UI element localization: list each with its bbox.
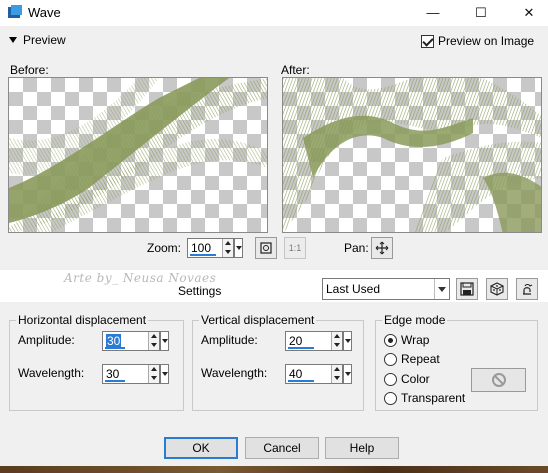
h-wavelength-spinner[interactable]: 30 xyxy=(102,364,169,384)
zoom-fit-button[interactable] xyxy=(255,237,277,259)
pan-label: Pan: xyxy=(344,241,369,255)
reset-button[interactable] xyxy=(516,278,538,300)
edge-mode-color-option[interactable]: Color xyxy=(384,372,430,386)
spin-arrows-icon[interactable] xyxy=(148,332,159,350)
watermark-text: Arte by_ Neusa Novaes xyxy=(64,271,217,285)
spin-arrows-icon[interactable] xyxy=(148,365,159,383)
value-underline xyxy=(190,254,216,256)
h-wavelength-label: Wavelength: xyxy=(18,366,85,380)
zoom-label: Zoom: xyxy=(147,241,182,255)
dropdown-arrow-icon[interactable] xyxy=(160,364,169,384)
floppy-disk-icon xyxy=(460,282,474,296)
dropdown-arrow-icon[interactable] xyxy=(343,364,352,384)
preview-on-image-checkbox[interactable]: Preview on Image xyxy=(421,34,534,48)
collapse-triangle-icon xyxy=(9,37,17,43)
v-wavelength-label: Wavelength: xyxy=(201,366,268,380)
edge-mode-transparent-label: Transparent xyxy=(401,391,466,405)
actual-size-button[interactable]: 1:1 xyxy=(284,237,306,259)
spin-arrows-icon[interactable] xyxy=(222,239,233,257)
before-label: Before: xyxy=(10,63,49,77)
value-underline xyxy=(288,347,314,349)
value-underline xyxy=(105,380,125,382)
move-icon xyxy=(375,241,389,255)
radio-selected-icon[interactable] xyxy=(384,333,397,347)
edge-color-swatch[interactable] xyxy=(471,368,526,392)
edge-mode-wrap-option[interactable]: Wrap xyxy=(384,333,429,347)
dice-icon xyxy=(490,282,504,296)
title-bar: Wave — ☐ ✕ xyxy=(0,0,548,26)
zoom-value[interactable]: 100 xyxy=(191,241,211,255)
preview-toggle[interactable]: Preview xyxy=(9,33,66,47)
h-amplitude-spinner[interactable]: 30 xyxy=(102,331,169,351)
checkbox-checked-icon[interactable] xyxy=(421,34,434,48)
radio-icon[interactable] xyxy=(384,372,397,386)
zoom-spinner[interactable]: 100 xyxy=(187,238,243,258)
v-amplitude-spinner[interactable]: 20 xyxy=(285,331,352,351)
edge-mode-transparent-option[interactable]: Transparent xyxy=(384,391,465,405)
before-image xyxy=(9,78,267,232)
dropdown-arrow-icon[interactable] xyxy=(234,238,243,258)
after-image xyxy=(283,78,541,232)
v-amplitude-value[interactable]: 20 xyxy=(289,334,302,348)
edge-mode-wrap-label: Wrap xyxy=(401,333,430,347)
value-underline xyxy=(288,380,314,382)
window-title: Wave xyxy=(28,5,61,20)
edge-mode-repeat-label: Repeat xyxy=(401,352,440,366)
after-label: After: xyxy=(281,63,310,77)
app-icon xyxy=(8,5,22,18)
pan-button[interactable] xyxy=(371,237,393,259)
radio-icon[interactable] xyxy=(384,391,397,405)
maximize-button[interactable]: ☐ xyxy=(466,0,496,26)
preview-row: Preview Preview on Image xyxy=(0,26,548,56)
dropdown-arrow-icon[interactable] xyxy=(343,331,352,351)
h-wavelength-value[interactable]: 30 xyxy=(106,367,119,381)
zoom-fit-icon xyxy=(260,242,272,254)
randomize-button[interactable] xyxy=(486,278,508,300)
radio-icon[interactable] xyxy=(384,352,397,366)
dropdown-arrow-icon[interactable] xyxy=(160,331,169,351)
preview-on-image-label: Preview on Image xyxy=(438,34,535,48)
minimize-button[interactable]: — xyxy=(418,0,448,26)
save-preset-button[interactable] xyxy=(456,278,478,300)
help-button[interactable]: Help xyxy=(325,437,399,459)
v-wavelength-value[interactable]: 40 xyxy=(289,367,302,381)
settings-label: Settings xyxy=(178,284,222,298)
no-color-icon xyxy=(491,373,506,387)
edge-mode-repeat-option[interactable]: Repeat xyxy=(384,352,440,366)
preset-dropdown[interactable]: Last Used xyxy=(322,278,450,300)
reset-icon xyxy=(523,284,533,295)
horizontal-displacement-title: Horizontal displacement xyxy=(16,313,149,327)
h-amplitude-label: Amplitude: xyxy=(18,333,75,347)
h-amplitude-value[interactable]: 30 xyxy=(106,334,122,348)
one-to-one-icon: 1:1 xyxy=(288,243,302,253)
chevron-down-icon[interactable] xyxy=(434,279,449,299)
value-underline xyxy=(105,347,125,349)
preset-value: Last Used xyxy=(326,282,381,296)
background-strip xyxy=(0,466,548,473)
after-preview[interactable] xyxy=(282,77,542,233)
cancel-button[interactable]: Cancel xyxy=(245,437,319,459)
edge-mode-color-label: Color xyxy=(401,372,430,386)
before-preview[interactable] xyxy=(8,77,268,233)
vertical-displacement-title: Vertical displacement xyxy=(199,313,317,327)
ok-button[interactable]: OK xyxy=(164,437,238,459)
v-amplitude-label: Amplitude: xyxy=(201,333,258,347)
spin-arrows-icon[interactable] xyxy=(331,332,342,350)
v-wavelength-spinner[interactable]: 40 xyxy=(285,364,352,384)
spin-arrows-icon[interactable] xyxy=(331,365,342,383)
close-button[interactable]: ✕ xyxy=(514,0,544,26)
edge-mode-title: Edge mode xyxy=(382,313,448,327)
preview-toggle-label: Preview xyxy=(23,33,66,47)
zoom-row: Zoom: 100 1:1 Pan: xyxy=(0,237,548,261)
